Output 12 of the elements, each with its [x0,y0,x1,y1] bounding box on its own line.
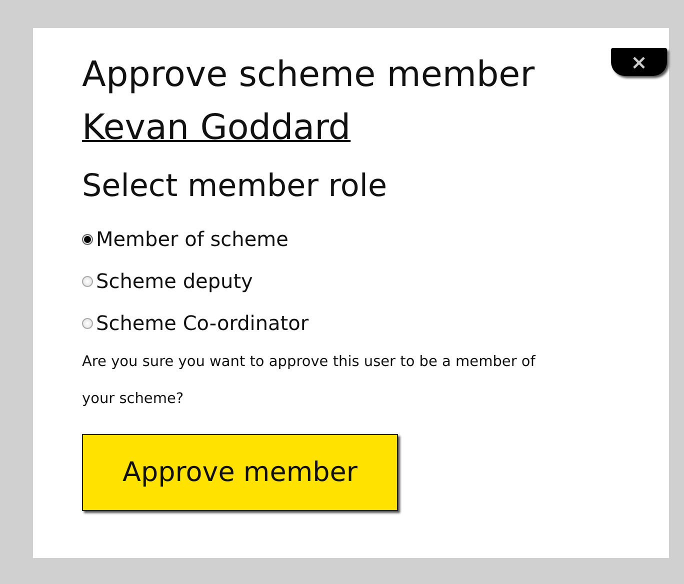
section-heading: Select member role [82,167,388,206]
member-name-link[interactable]: Kevan Goddard [82,104,351,152]
radio-button[interactable] [82,318,93,328]
role-option[interactable]: Scheme Co-ordinator [82,311,309,335]
radio-button[interactable] [82,234,93,244]
role-option[interactable]: Member of scheme [82,227,288,251]
confirmation-text: Are you sure you want to approve this user to be a member of your scheme? [82,353,537,409]
close-button[interactable]: × [611,48,667,76]
role-option[interactable]: Scheme deputy [82,269,253,293]
dialog-title: Approve scheme member [82,54,535,97]
radio-button[interactable] [82,276,93,286]
approve-button[interactable]: Approve member [82,434,398,511]
